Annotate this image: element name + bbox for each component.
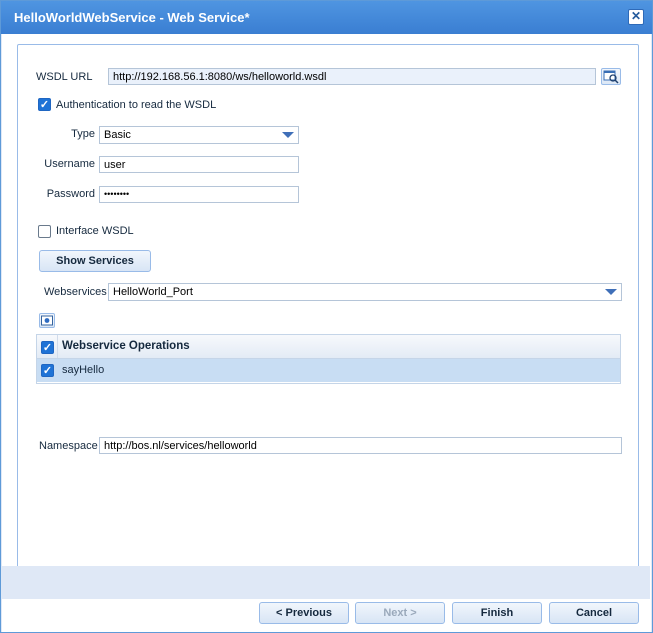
webservices-value: HelloWorld_Port bbox=[113, 286, 193, 298]
type-label: Type bbox=[71, 128, 95, 140]
browse-wsdl-button[interactable] bbox=[601, 68, 621, 85]
select-all-checkbox[interactable]: ✓ bbox=[41, 341, 54, 354]
form-panel bbox=[17, 44, 639, 577]
operation-name: sayHello bbox=[62, 364, 105, 376]
cancel-button[interactable]: Cancel bbox=[549, 602, 639, 624]
finish-button[interactable]: Finish bbox=[452, 602, 542, 624]
type-value: Basic bbox=[104, 129, 131, 141]
close-icon[interactable]: ✕ bbox=[628, 9, 644, 25]
wsdl-url-label: WSDL URL bbox=[36, 71, 93, 83]
dropdown-arrow-icon bbox=[282, 132, 294, 138]
show-services-button[interactable]: Show Services bbox=[39, 250, 151, 272]
select-all-icon bbox=[41, 315, 53, 326]
auth-label: Authentication to read the WSDL bbox=[56, 99, 217, 111]
password-input[interactable]: •••••••• bbox=[99, 186, 299, 203]
password-label: Password bbox=[46, 188, 95, 200]
interface-wsdl-label: Interface WSDL bbox=[56, 225, 134, 237]
browse-icon bbox=[603, 70, 619, 84]
grid-toolbar-button[interactable] bbox=[39, 313, 55, 328]
table-row[interactable]: ✓ sayHello bbox=[37, 359, 620, 382]
operations-grid: ✓ Webservice Operations ✓ sayHello bbox=[36, 334, 621, 384]
webservices-label: Webservices bbox=[44, 286, 107, 298]
operations-header: Webservice Operations bbox=[62, 340, 190, 352]
button-bar bbox=[1, 566, 650, 599]
next-button: Next > bbox=[355, 602, 445, 624]
title-bar: HelloWorldWebService - Web Service* ✕ bbox=[1, 1, 652, 34]
dropdown-arrow-icon bbox=[605, 289, 617, 295]
interface-wsdl-checkbox[interactable] bbox=[38, 225, 51, 238]
grid-header: ✓ Webservice Operations bbox=[37, 335, 620, 359]
row-checkbox[interactable]: ✓ bbox=[41, 364, 54, 377]
previous-button[interactable]: < Previous bbox=[259, 602, 349, 624]
username-label: Username bbox=[44, 158, 95, 170]
username-input[interactable]: user bbox=[99, 156, 299, 173]
webservices-select[interactable]: HelloWorld_Port bbox=[108, 283, 622, 301]
namespace-label: Namespace bbox=[39, 440, 98, 452]
column-divider bbox=[57, 335, 58, 358]
auth-checkbox[interactable]: ✓ bbox=[38, 98, 51, 111]
namespace-input[interactable]: http://bos.nl/services/helloworld bbox=[99, 437, 622, 454]
type-select[interactable]: Basic bbox=[99, 126, 299, 144]
window-title: HelloWorldWebService - Web Service* bbox=[14, 10, 250, 25]
dialog-body bbox=[2, 34, 651, 632]
wsdl-url-input[interactable]: http://192.168.56.1:8080/ws/helloworld.w… bbox=[108, 68, 596, 85]
web-service-dialog: HelloWorldWebService - Web Service* ✕ WS… bbox=[0, 0, 653, 633]
